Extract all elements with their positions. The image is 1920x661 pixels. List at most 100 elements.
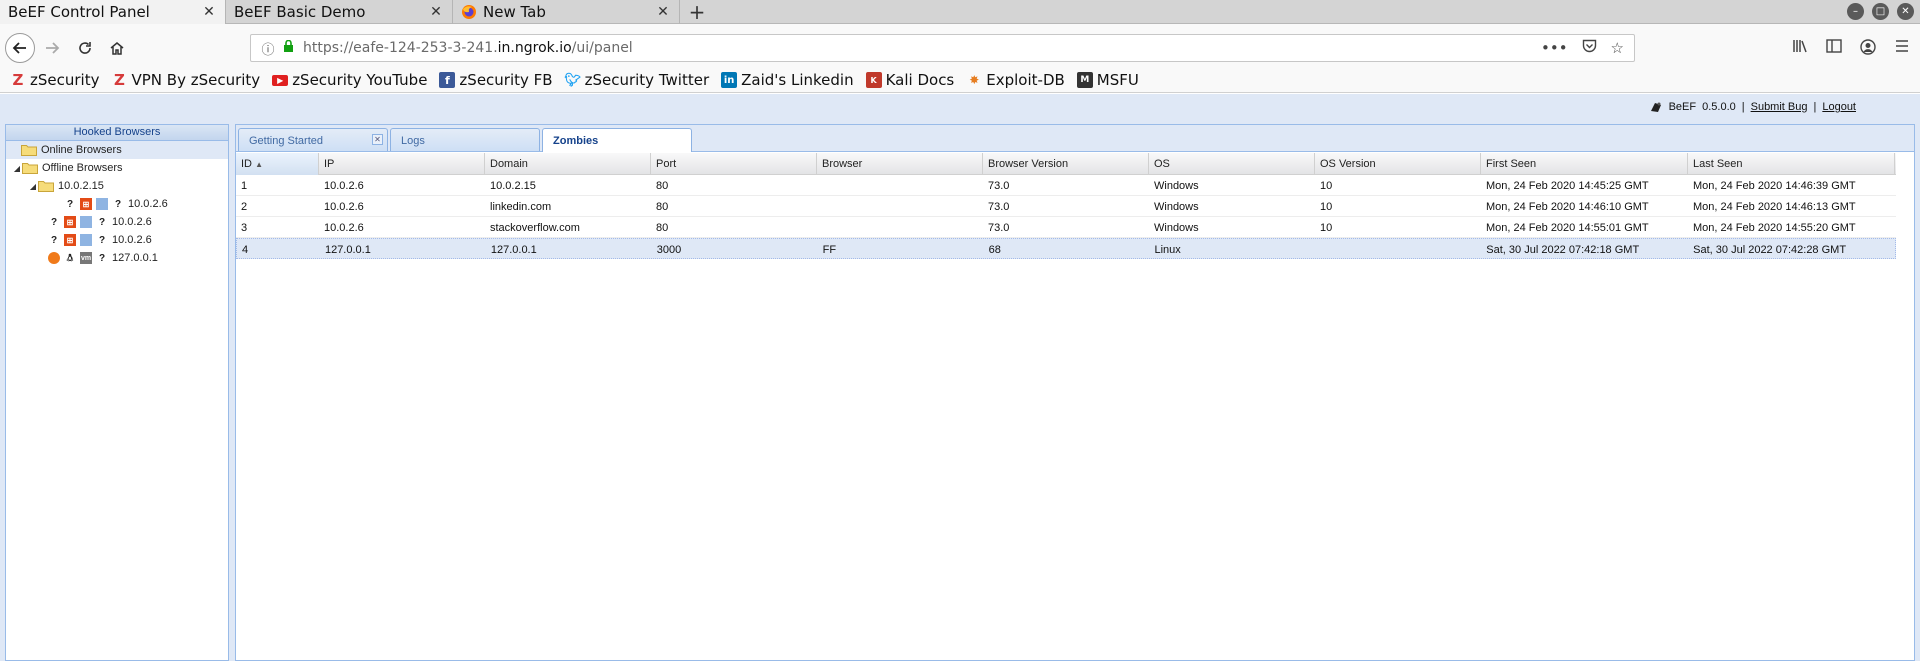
- bookmark-zsecurity[interactable]: Z zSecurity: [10, 71, 100, 89]
- cell-os: Windows: [1154, 180, 1199, 192]
- pocket-icon[interactable]: [1582, 39, 1597, 57]
- bookmark-star-icon[interactable]: ☆: [1611, 39, 1624, 57]
- unknown-os-icon: ?: [98, 216, 106, 228]
- column-header-first-seen[interactable]: First Seen: [1481, 153, 1688, 175]
- close-icon[interactable]: ✕: [201, 4, 217, 20]
- column-label: Port: [656, 158, 677, 170]
- column-label: ID: [241, 158, 252, 170]
- grid-body: 1 10.0.2.6 10.0.2.15 80 73.0 Windows 10 Mon, 24…: [236, 175, 1896, 259]
- cell-os: Linux: [1154, 244, 1181, 256]
- menu-icon[interactable]: [1894, 39, 1910, 59]
- beef-product-name: BeEF: [1668, 101, 1697, 113]
- bookmark-youtube[interactable]: ▶ zSecurity YouTube: [272, 71, 427, 89]
- sort-ascending-icon: ▲: [255, 160, 263, 169]
- column-header-id[interactable]: ID ▲: [236, 153, 319, 175]
- cell-domain: 10.0.2.15: [490, 180, 536, 192]
- logout-link[interactable]: Logout: [1822, 101, 1856, 113]
- tab-logs[interactable]: Logs: [390, 128, 540, 151]
- bookmark-vpn[interactable]: Z VPN By zSecurity: [111, 71, 260, 89]
- account-icon[interactable]: [1860, 39, 1876, 59]
- back-button[interactable]: [5, 33, 35, 63]
- sidebar-icon[interactable]: [1826, 39, 1842, 59]
- close-window-icon[interactable]: ✕: [1897, 3, 1914, 20]
- close-tab-icon[interactable]: ✕: [372, 134, 383, 145]
- maximize-icon[interactable]: □: [1872, 3, 1889, 20]
- bookmark-label: zSecurity YouTube: [292, 71, 428, 89]
- lock-icon[interactable]: [279, 39, 297, 57]
- tab-new-tab[interactable]: New Tab ✕: [453, 0, 680, 24]
- tree-item-offline-browsers[interactable]: ◢ Offline Browsers: [6, 159, 228, 177]
- bookmark-label: zSecurity Twitter: [584, 71, 710, 89]
- table-row[interactable]: 3 10.0.2.6 stackoverflow.com 80 73.0 Windows 1…: [236, 217, 1896, 238]
- bookmark-linkedin[interactable]: in Zaid's Linkedin: [721, 71, 854, 89]
- bookmark-label: MSFU: [1096, 71, 1139, 89]
- column-header-last-seen[interactable]: Last Seen: [1688, 153, 1895, 175]
- home-button[interactable]: [103, 34, 131, 62]
- youtube-icon: ▶: [272, 74, 289, 86]
- expand-arrow-icon[interactable]: ◢: [28, 182, 38, 191]
- tab-zombies[interactable]: Zombies: [542, 128, 692, 152]
- hooked-browsers-tree: Online Browsers ◢ Offline Browsers ◢ 10.…: [6, 141, 228, 267]
- page-actions-icon[interactable]: •••: [1541, 39, 1568, 57]
- tree-item-hooked-browser[interactable]: ? ⊞ ? 10.0.2.6: [6, 195, 228, 213]
- close-icon[interactable]: ✕: [655, 4, 671, 20]
- tree-label: 10.0.2.6: [128, 198, 168, 210]
- arrow-right-icon: [46, 42, 60, 54]
- column-header-domain[interactable]: Domain: [485, 153, 651, 175]
- close-icon[interactable]: ✕: [428, 4, 444, 20]
- column-header-browser[interactable]: Browser: [817, 153, 983, 175]
- table-row[interactable]: 2 10.0.2.6 linkedin.com 80 73.0 Windows 10 Mon,…: [236, 196, 1896, 217]
- bookmark-twitter[interactable]: 🐦︎ zSecurity Twitter: [564, 71, 710, 89]
- navigation-toolbar: ⓘ https://eafe-124-253-3-241.in.ngrok.io…: [0, 24, 1920, 71]
- tab-beef-basic-demo[interactable]: BeEF Basic Demo ✕: [226, 0, 453, 24]
- windows-icon: ⊞: [80, 198, 92, 210]
- submit-bug-link[interactable]: Submit Bug: [1751, 101, 1808, 113]
- bookmark-label: Zaid's Linkedin: [741, 71, 854, 89]
- bookmark-msfu[interactable]: M MSFU: [1076, 71, 1139, 89]
- bookmark-label: Kali Docs: [885, 71, 955, 89]
- bookmark-kali-docs[interactable]: K Kali Docs: [865, 71, 955, 89]
- panel-title: Hooked Browsers: [6, 125, 228, 141]
- unknown-os-icon: ?: [114, 198, 122, 210]
- library-icon[interactable]: [1792, 39, 1808, 59]
- beef-panel-page: BeEF 0.5.0.0 | Submit Bug | Logout Hooke…: [0, 94, 1920, 661]
- tree-item-hooked-browser[interactable]: ? ⊞ ? 10.0.2.6: [6, 213, 228, 231]
- tab-title: New Tab: [483, 3, 546, 21]
- bookmark-exploit-db[interactable]: ✸ Exploit-DB: [966, 71, 1065, 89]
- cell-port: 3000: [656, 244, 682, 256]
- tree-item-online-browsers[interactable]: Online Browsers: [6, 141, 228, 159]
- windows-icon: ⊞: [64, 234, 76, 246]
- tree-item-hooked-browser[interactable]: 🐧︎ vm ? 127.0.0.1: [6, 249, 228, 267]
- cell-ip: 10.0.2.6: [324, 201, 364, 213]
- firefox-icon: [48, 252, 60, 264]
- facebook-icon: f: [439, 72, 456, 88]
- cell-browser: FF: [822, 244, 837, 256]
- cell-os: Windows: [1154, 222, 1199, 234]
- bookmark-facebook[interactable]: f zSecurity FB: [439, 71, 553, 89]
- tree-item-subnet[interactable]: ◢ 10.0.2.15: [6, 177, 228, 195]
- forward-button[interactable]: [38, 34, 66, 62]
- column-header-os-version[interactable]: OS Version: [1315, 153, 1481, 175]
- expand-arrow-icon[interactable]: ◢: [12, 164, 22, 173]
- table-row[interactable]: 1 10.0.2.6 10.0.2.15 80 73.0 Windows 10 Mon, 24…: [236, 175, 1896, 196]
- tab-beef-control-panel[interactable]: BeEF Control Panel ✕: [0, 0, 226, 24]
- column-header-port[interactable]: Port: [651, 153, 817, 175]
- linux-icon: 🐧︎: [66, 252, 74, 264]
- tab-label: Zombies: [553, 135, 599, 147]
- cell-browser: [817, 217, 983, 237]
- tree-item-hooked-browser[interactable]: ? ⊞ ? 10.0.2.6: [6, 231, 228, 249]
- info-icon[interactable]: ⓘ: [257, 39, 279, 58]
- reload-button[interactable]: [71, 34, 99, 62]
- arrow-left-icon: [12, 42, 26, 54]
- column-label: First Seen: [1486, 158, 1537, 170]
- grid-header: ID ▲ IP Domain Port Browser Browser Vers…: [236, 153, 1896, 175]
- tab-getting-started[interactable]: Getting Started ✕: [238, 128, 388, 151]
- minimize-icon[interactable]: –: [1847, 3, 1864, 20]
- table-row[interactable]: 4 127.0.0.1 127.0.0.1 3000 FF 68 Linux Sat, 30 …: [236, 238, 1896, 259]
- column-header-ip[interactable]: IP: [319, 153, 485, 175]
- column-header-os[interactable]: OS: [1149, 153, 1315, 175]
- url-bar[interactable]: ⓘ https://eafe-124-253-3-241.in.ngrok.io…: [250, 34, 1635, 62]
- column-header-browser-version[interactable]: Browser Version: [983, 153, 1149, 175]
- new-tab-button[interactable]: +: [680, 0, 714, 24]
- cell-ip: 10.0.2.6: [324, 222, 364, 234]
